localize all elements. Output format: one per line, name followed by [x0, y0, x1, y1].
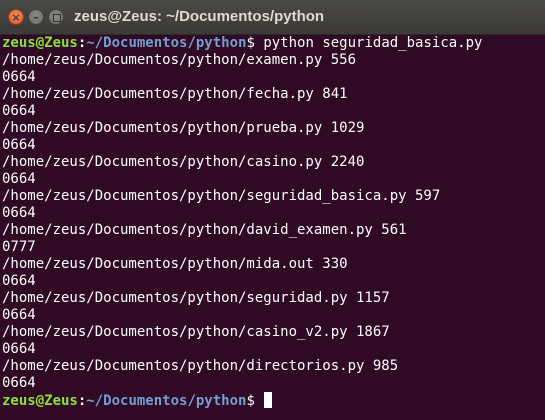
prompt-line-current[interactable]: zeus@Zeus:~/Documentos/python$: [2, 392, 545, 409]
maximize-icon[interactable]: [48, 9, 64, 25]
prompt-dollar: $: [246, 393, 264, 409]
output-line: /home/zeus/Documentos/python/examen.py 5…: [2, 52, 357, 68]
prompt-dollar: $: [246, 35, 264, 51]
prompt-user-host: zeus@Zeus: [2, 393, 78, 409]
output-line: /home/zeus/Documentos/python/directorios…: [2, 358, 399, 374]
command-text: python seguridad_basica.py: [263, 35, 483, 51]
close-icon[interactable]: ×: [8, 9, 24, 25]
output-line: 0664: [2, 171, 36, 187]
output-block: /home/zeus/Documentos/python/examen.py 5…: [2, 52, 545, 392]
output-line: /home/zeus/Documentos/python/seguridad_b…: [2, 188, 441, 204]
output-line: /home/zeus/Documentos/python/david_exame…: [2, 222, 407, 238]
prompt-user-host: zeus@Zeus: [2, 35, 78, 51]
output-line: /home/zeus/Documentos/python/casino_v2.p…: [2, 324, 390, 340]
terminal-output-area[interactable]: zeus@Zeus:~/Documentos/python$ python se…: [0, 35, 545, 420]
output-line: 0664: [2, 103, 36, 119]
output-line: /home/zeus/Documentos/python/fecha.py 84…: [2, 86, 348, 102]
output-line: 0664: [2, 375, 36, 391]
title-bar[interactable]: × – zeus@Zeus: ~/Documentos/python: [0, 0, 545, 35]
window-title: zeus@Zeus: ~/Documentos/python: [74, 8, 325, 25]
output-line: 0664: [2, 307, 36, 323]
text-cursor: [264, 392, 273, 408]
output-line: 0664: [2, 205, 36, 221]
output-line: 0664: [2, 273, 36, 289]
output-line: /home/zeus/Documentos/python/casino.py 2…: [2, 154, 365, 170]
output-line: /home/zeus/Documentos/python/mida.out 33…: [2, 256, 348, 272]
prompt-line: zeus@Zeus:~/Documentos/python$ python se…: [2, 35, 545, 52]
output-line: 0664: [2, 137, 36, 153]
output-line: /home/zeus/Documentos/python/prueba.py 1…: [2, 120, 365, 136]
prompt-path: ~/Documentos/python: [86, 393, 247, 409]
output-line: 0777: [2, 239, 36, 255]
prompt-path: ~/Documentos/python: [86, 35, 247, 51]
output-line: /home/zeus/Documentos/python/seguridad.p…: [2, 290, 390, 306]
minimize-icon[interactable]: –: [28, 9, 44, 25]
output-line: 0664: [2, 341, 36, 357]
output-line: 0664: [2, 69, 36, 85]
terminal-window: × – zeus@Zeus: ~/Documentos/python zeus@…: [0, 0, 545, 420]
